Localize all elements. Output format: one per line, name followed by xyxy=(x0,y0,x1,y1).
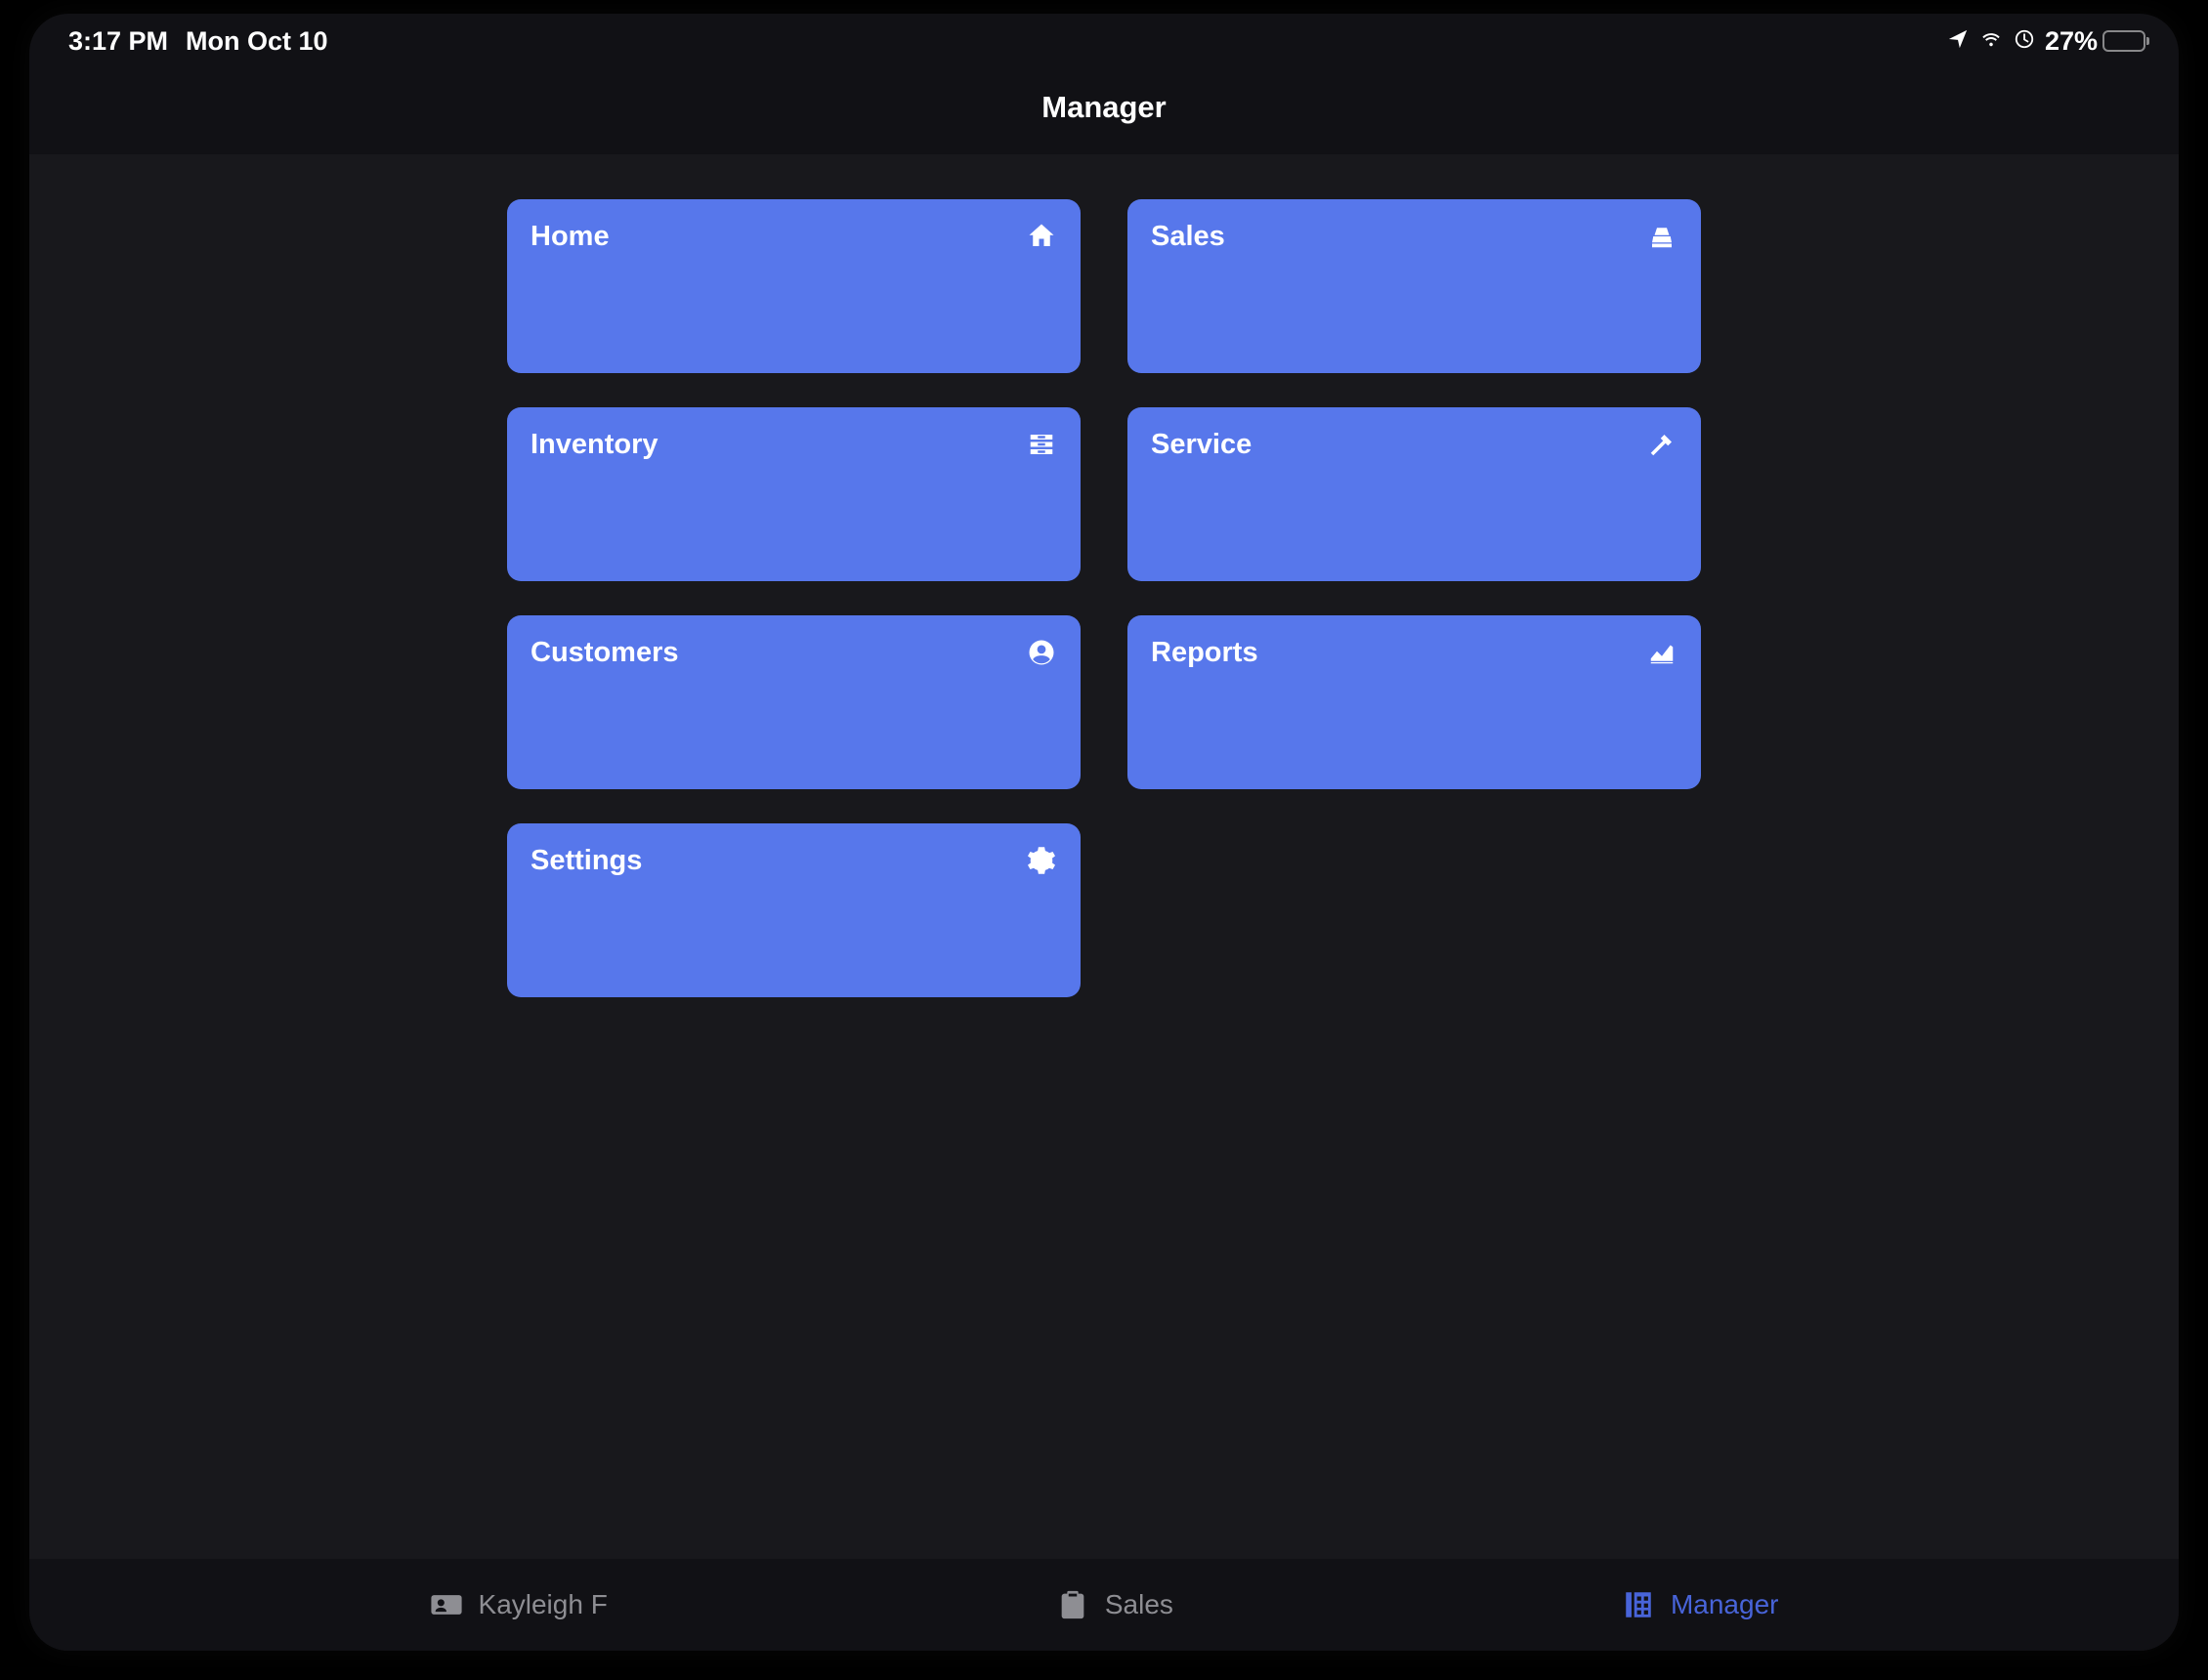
tab-manager[interactable]: Manager xyxy=(1622,1588,1779,1621)
clipboard-icon xyxy=(1056,1588,1089,1621)
battery-icon xyxy=(2102,30,2145,52)
tile-home[interactable]: Home xyxy=(507,199,1081,373)
status-time: 3:17 PM xyxy=(68,26,168,57)
tile-label: Reports xyxy=(1151,637,1258,669)
status-bar: 3:17 PM Mon Oct 10 27% xyxy=(29,14,2179,66)
sync-icon xyxy=(2014,26,2035,57)
tile-label: Home xyxy=(531,221,610,253)
tile-customers[interactable]: Customers xyxy=(507,615,1081,789)
person-circle-icon xyxy=(1026,637,1057,668)
tile-service[interactable]: Service xyxy=(1127,407,1701,581)
id-card-icon xyxy=(430,1588,463,1621)
tile-inventory[interactable]: Inventory xyxy=(507,407,1081,581)
cash-register-icon xyxy=(1646,221,1677,252)
tab-label: Manager xyxy=(1671,1589,1779,1620)
status-date: Mon Oct 10 xyxy=(186,26,328,57)
location-icon xyxy=(1947,26,1969,57)
battery-percent: 27% xyxy=(2045,26,2098,57)
building-icon xyxy=(1622,1588,1655,1621)
tile-label: Customers xyxy=(531,637,679,669)
tile-label: Service xyxy=(1151,429,1252,461)
tab-user[interactable]: Kayleigh F xyxy=(430,1588,608,1621)
tile-settings[interactable]: Settings xyxy=(507,823,1081,997)
wifi-icon xyxy=(1978,26,2004,57)
tab-label: Kayleigh F xyxy=(479,1589,608,1620)
tile-sales[interactable]: Sales xyxy=(1127,199,1701,373)
chart-line-icon xyxy=(1646,637,1677,668)
tile-label: Sales xyxy=(1151,221,1225,253)
tile-label: Inventory xyxy=(531,429,658,461)
gear-icon xyxy=(1026,845,1057,876)
tab-label: Sales xyxy=(1105,1589,1173,1620)
page-title: Manager xyxy=(29,90,2179,125)
tile-label: Settings xyxy=(531,845,642,877)
tab-bar: Kayleigh F Sales Manager xyxy=(29,1559,2179,1651)
page-header: Manager xyxy=(29,66,2179,154)
drawer-icon xyxy=(1026,429,1057,460)
home-icon xyxy=(1026,221,1057,252)
tab-sales[interactable]: Sales xyxy=(1056,1588,1173,1621)
tile-reports[interactable]: Reports xyxy=(1127,615,1701,789)
tile-grid: Home Sales Inventory Service xyxy=(29,199,2179,997)
hammer-icon xyxy=(1646,429,1677,460)
